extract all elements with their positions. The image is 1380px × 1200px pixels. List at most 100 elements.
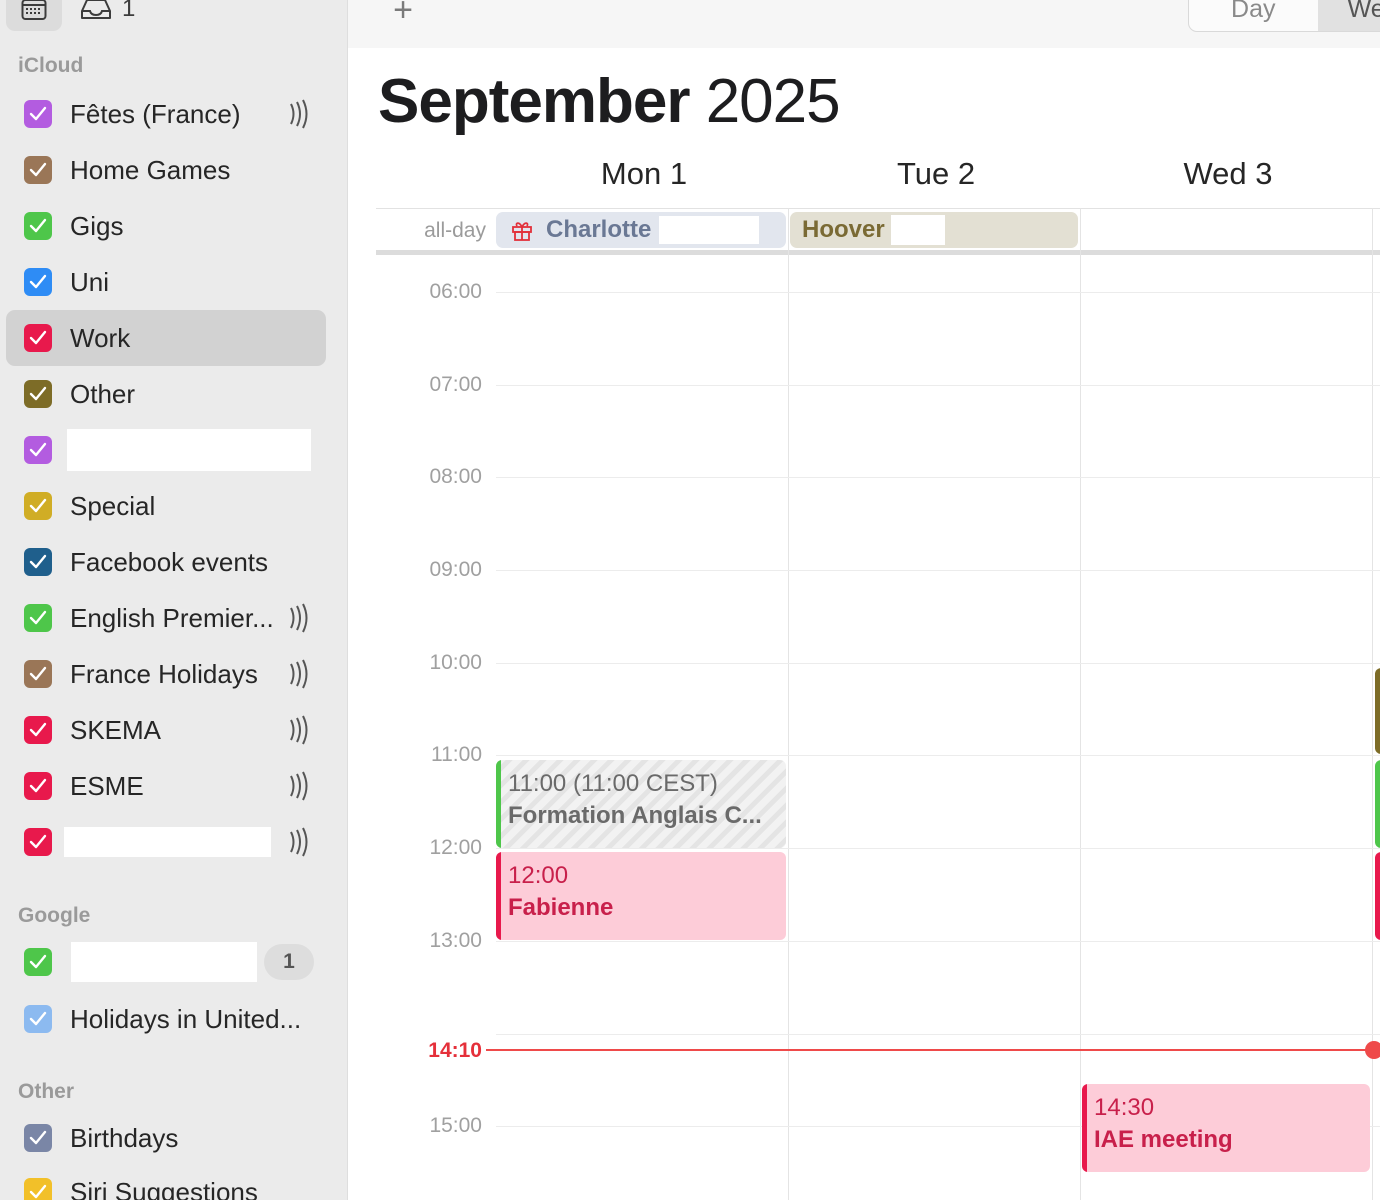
year: 2025: [705, 67, 841, 136]
day-header-wed[interactable]: Wed 3: [1082, 156, 1374, 192]
sidebar-calendar-item[interactable]: France Holidays: [6, 646, 326, 702]
calendar-checkbox[interactable]: [24, 436, 52, 464]
calendar-checkbox[interactable]: [24, 948, 52, 976]
calendar-name: Birthdays: [70, 1122, 179, 1153]
hour-label: 10:00: [429, 651, 482, 674]
calendar-checkbox[interactable]: [24, 212, 52, 240]
event-thursday-partial[interactable]: [1375, 760, 1380, 848]
calendar-checkbox[interactable]: [24, 828, 52, 856]
calendar-checkbox[interactable]: [24, 100, 52, 128]
checkmark-icon: [29, 106, 47, 121]
event-title: Fabienne: [508, 894, 614, 921]
hour-label: 08:00: [429, 465, 482, 488]
calendar-checkbox[interactable]: [24, 660, 52, 688]
calendar-checkbox[interactable]: [24, 324, 52, 352]
event-thursday-partial[interactable]: [1375, 852, 1380, 940]
sidebar-toolbar: 1: [6, 0, 135, 32]
calendar-name: Facebook events: [70, 546, 269, 577]
sidebar-calendar-item[interactable]: Gigs: [6, 198, 326, 254]
day-header-mon[interactable]: Mon 1: [498, 156, 790, 192]
sidebar-calendar-item[interactable]: Holidays in United...: [6, 991, 326, 1047]
event-fabienne[interactable]: 12:00 Fabienne: [496, 852, 786, 940]
column-divider: [788, 208, 789, 1200]
calendar-checkbox[interactable]: [24, 1124, 52, 1152]
calendar-checkbox[interactable]: [24, 716, 52, 744]
sidebar-calendar-item[interactable]: [6, 814, 326, 870]
day-header-tue[interactable]: Tue 2: [790, 156, 1082, 192]
sidebar-calendar-item[interactable]: Uni: [6, 254, 326, 310]
broadcast-icon: [290, 771, 308, 801]
redacted-block: [71, 942, 257, 982]
event-color-bar: [1082, 1084, 1087, 1172]
calendar-name: France Holidays: [70, 658, 258, 689]
inbox-tray-icon: [81, 0, 111, 19]
sidebar-calendar-item[interactable]: Home Games: [6, 142, 326, 198]
view-week-button[interactable]: We: [1317, 0, 1380, 31]
checkmark-icon: [29, 778, 47, 793]
hour-gridline: [496, 848, 1380, 849]
checkmark-icon: [29, 834, 47, 849]
inbox-button[interactable]: 1: [72, 0, 135, 23]
calendar-name: Fêtes (France): [70, 98, 241, 129]
calendar-checkbox[interactable]: [24, 548, 52, 576]
sidebar-calendar-item[interactable]: English Premier...: [6, 590, 326, 646]
calendar-checkbox[interactable]: [24, 1178, 52, 1200]
calendar-checkbox[interactable]: [24, 268, 52, 296]
sidebar-calendar-item[interactable]: SKEMA: [6, 702, 326, 758]
sidebar: 1 iCloud Fêtes (France) Home Games Gigs Uni…: [0, 0, 348, 1200]
allday-event-title: Hoover: [802, 216, 885, 243]
column-divider: [1080, 208, 1081, 1200]
sidebar-calendar-item[interactable]: Fêtes (France): [6, 86, 326, 142]
hour-gridline: [496, 385, 1380, 386]
sidebar-calendar-item[interactable]: 1: [6, 934, 326, 990]
event-color-bar: [496, 852, 501, 940]
checkmark-icon: [29, 1011, 47, 1026]
checkmark-icon: [29, 386, 47, 401]
calendar-checkbox[interactable]: [24, 492, 52, 520]
calendar-checkbox[interactable]: [24, 604, 52, 632]
hour-gridline: [496, 570, 1380, 571]
event-iae-meeting[interactable]: 14:30 IAE meeting: [1082, 1084, 1370, 1172]
redacted-block: [67, 429, 311, 471]
allday-divider: [376, 250, 1380, 255]
sidebar-calendar-item[interactable]: Facebook events: [6, 534, 326, 590]
calendar-checkbox[interactable]: [24, 772, 52, 800]
sidebar-calendar-item[interactable]: Birthdays: [6, 1110, 326, 1166]
broadcast-icon: [290, 659, 308, 689]
sidebar-calendar-item[interactable]: Work: [6, 310, 326, 366]
allday-event-charlotte[interactable]: Charlotte: [496, 212, 786, 248]
broadcast-icon: [290, 827, 308, 857]
checkmark-icon: [29, 722, 47, 737]
hour-label: 09:00: [429, 558, 482, 581]
event-timezone: (11:00 CEST): [572, 770, 718, 797]
allday-event-title: Charlotte: [546, 216, 652, 243]
event-time: 12:00: [508, 862, 569, 889]
current-time-label: 14:10: [428, 1039, 482, 1062]
calendar-list-toggle-button[interactable]: [6, 0, 62, 31]
calendar-name: English Premier...: [70, 602, 274, 633]
hour-label: 13:00: [429, 929, 482, 952]
sidebar-calendar-item[interactable]: Other: [6, 366, 326, 422]
sidebar-calendar-item[interactable]: [6, 422, 326, 478]
sidebar-calendar-item[interactable]: ESME: [6, 758, 326, 814]
current-time-dot: [1365, 1041, 1380, 1059]
checkmark-icon: [29, 554, 47, 569]
calendar-checkbox[interactable]: [24, 156, 52, 184]
calendar-checkbox[interactable]: [24, 380, 52, 408]
calendar-checkbox[interactable]: [24, 1005, 52, 1033]
checkmark-icon: [29, 666, 47, 681]
sidebar-calendar-item[interactable]: Siri Suggestions: [6, 1164, 326, 1200]
calendar-name: Work: [70, 322, 131, 353]
add-event-button[interactable]: +: [388, 0, 418, 28]
notification-count-badge: 1: [264, 944, 314, 980]
hour-gridline: [496, 1034, 1380, 1035]
calendar-grid-icon: [21, 0, 47, 20]
checkmark-icon: [29, 610, 47, 625]
sidebar-calendar-item[interactable]: Special: [6, 478, 326, 534]
allday-event-hoover[interactable]: Hoover: [790, 212, 1078, 248]
checkmark-icon: [29, 218, 47, 233]
event-thursday-partial[interactable]: [1375, 668, 1380, 754]
event-color-bar: [496, 760, 501, 848]
event-formation-anglais[interactable]: 11:00 (11:00 CEST) Formation Anglais C..…: [496, 760, 786, 848]
view-day-button[interactable]: Day: [1189, 0, 1318, 31]
